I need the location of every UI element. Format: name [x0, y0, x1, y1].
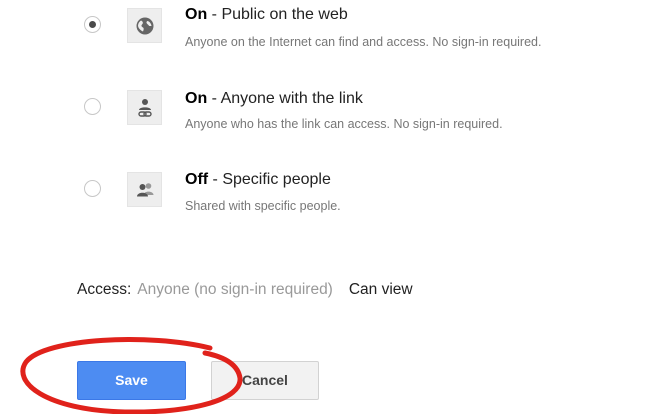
- people-icon: [127, 172, 162, 207]
- sharing-option-public[interactable]: On - Public on the web Anyone on the Int…: [0, 0, 663, 60]
- option-description: Shared with specific people.: [185, 199, 341, 213]
- access-label: Access:: [77, 281, 132, 298]
- access-value: Anyone (no sign-in required): [137, 281, 333, 298]
- permission-dropdown[interactable]: Can view: [349, 281, 413, 298]
- sharing-option-specific[interactable]: Off - Specific people Shared with specif…: [0, 168, 663, 228]
- option-title: Off - Specific people: [185, 171, 331, 189]
- sharing-option-link[interactable]: On - Anyone with the link Anyone who has…: [0, 87, 663, 147]
- option-description: Anyone who has the link can access. No s…: [185, 117, 503, 131]
- option-separator: -: [208, 171, 223, 188]
- option-status: On: [185, 90, 208, 107]
- option-title: On - Public on the web: [185, 6, 348, 24]
- access-row: Access: Anyone (no sign-in required) Can v…: [77, 281, 413, 299]
- option-status: On: [185, 6, 208, 23]
- option-title-text: Specific people: [222, 171, 331, 188]
- option-title: On - Anyone with the link: [185, 90, 363, 108]
- option-separator: -: [207, 6, 222, 23]
- option-title-text: Public on the web: [221, 6, 348, 23]
- option-separator: -: [207, 90, 221, 107]
- radio-link[interactable]: [84, 98, 101, 115]
- option-title-text: Anyone with the link: [220, 90, 363, 107]
- cancel-button[interactable]: Cancel: [211, 361, 319, 400]
- radio-public[interactable]: [84, 16, 101, 33]
- radio-specific[interactable]: [84, 180, 101, 197]
- save-button[interactable]: Save: [77, 361, 186, 400]
- sharing-settings-panel: On - Public on the web Anyone on the Int…: [0, 0, 663, 414]
- globe-icon: [127, 8, 162, 43]
- person-link-icon: [127, 90, 162, 125]
- option-status: Off: [185, 171, 209, 188]
- option-description: Anyone on the Internet can find and acce…: [185, 35, 542, 49]
